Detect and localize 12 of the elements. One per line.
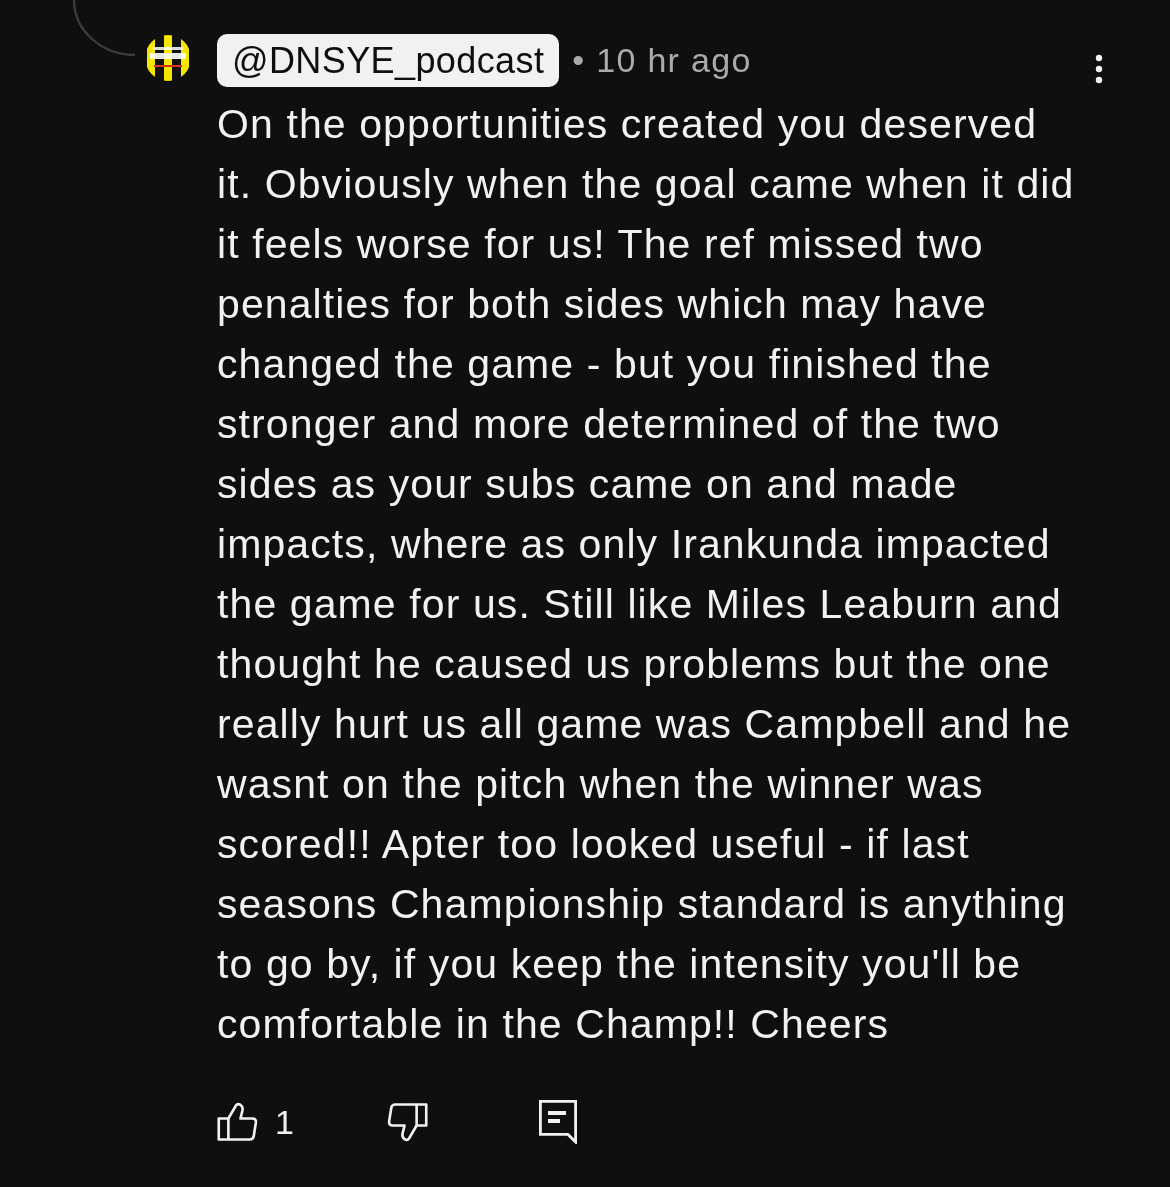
comment-text: On the opportunities created you deserved it. Obviously when the goal came when it did it feels worse for us! The ref missed two penalties for both sides which may have changed the game - but you finished the stronger and more determined of the two sides as your subs came on and made impacts, where as only Irankunda impacted the game for us. Still like Miles Leaburn and thought he caused us problems but the one really hurt us all game was Campbell and he wasnt on the pitch when the winner was scored!! Apter too looked useful - if last seasons Championship standard is anything to go by, if you keep the intensity you'll be comfortable in the Champ!! Cheers [217,100,1076,1049]
reply-button[interactable] [538,1100,577,1144]
author-handle[interactable]: @DNSYE_podcast [217,34,560,87]
like-icon [217,1101,259,1143]
avatar-icon[interactable] [145,35,191,81]
more-icon[interactable] [1095,53,1103,84]
dislike-button[interactable] [385,1101,428,1143]
like-button[interactable]: 1 [217,1101,294,1143]
dislike-icon [385,1101,428,1143]
thread-connector-line [73,0,135,56]
comment-time: • 10 hr ago [572,41,752,80]
reply-icon [538,1100,577,1144]
